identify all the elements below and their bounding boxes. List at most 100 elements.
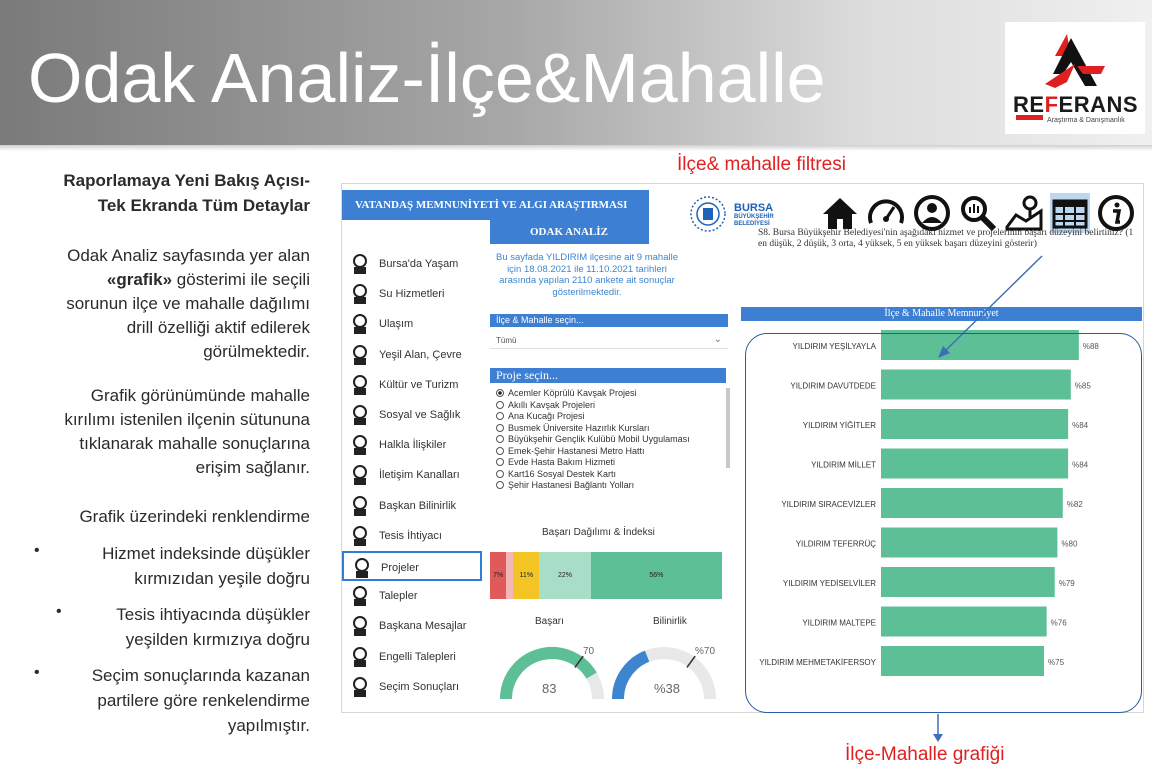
envelope-icon <box>348 614 372 638</box>
menu-label: Talepler <box>379 590 418 603</box>
distribution-segment[interactable]: 22% <box>539 552 591 599</box>
proje-option[interactable]: Busmek Üniversite Hazırlık Kursları <box>496 423 650 433</box>
menu-item-13[interactable]: Engelli Talepleri <box>342 642 482 672</box>
distribution-segment[interactable]: 11% <box>513 552 540 599</box>
menu-item-11[interactable]: Talepler <box>342 581 482 611</box>
menu-label: Bursa'da Yaşam <box>379 258 459 270</box>
proje-filter-label: Proje seçin... <box>490 368 726 383</box>
magnifier-icon[interactable] <box>958 193 998 233</box>
menu-item-9[interactable]: Tesis İhtiyacı <box>342 521 482 551</box>
proje-option[interactable]: Evde Hasta Bakım Hizmeti <box>496 457 615 467</box>
map-pin-icon[interactable] <box>1004 193 1044 233</box>
ilce-filter-underline <box>490 348 728 349</box>
radio-icon[interactable] <box>496 412 504 420</box>
menu-label: Seçim Sonuçları <box>379 680 460 693</box>
radio-icon[interactable] <box>496 435 504 443</box>
para1-line-1: Odak Analiz sayfasında yer alan <box>67 246 310 265</box>
podium-icon <box>348 494 372 518</box>
signpost-icon <box>348 584 372 608</box>
info-text: Bu sayfada YILDIRIM ilçesine ait 9 mahal… <box>496 252 678 298</box>
ilce-filter-value[interactable]: Tümü <box>496 336 516 345</box>
distribution-segment[interactable]: 56% <box>590 552 722 599</box>
proje-option-label: Acemler Köprülü Kavşak Projesi <box>508 388 637 398</box>
radio-icon[interactable] <box>496 423 504 432</box>
dashboard-title: VATANDAŞ MEMNUNİYETİ VE ALGI ARAŞTIRMASI <box>342 190 649 220</box>
chart-highlight-oval <box>745 333 1142 713</box>
radio-icon[interactable] <box>496 389 504 397</box>
user-target-icon[interactable] <box>912 193 952 233</box>
logo-underline <box>1016 115 1043 120</box>
radio-icon[interactable] <box>496 481 504 489</box>
proje-option[interactable]: Kart16 Sosyal Destek Kartı <box>496 469 616 479</box>
bursa-name: BURSA <box>734 202 774 214</box>
bullet-dot-3: • <box>34 664 40 681</box>
para1-line-4: drill özelliği aktif edilerek <box>126 318 310 337</box>
para2-line-3: tıklanarak mahalle sonuçlarına <box>79 434 310 453</box>
ilce-mahalle-filter[interactable]: İlçe & Mahalle seçin... Tümü ⌄ <box>490 314 728 354</box>
radio-icon[interactable] <box>496 469 504 478</box>
header-shadow <box>0 145 1152 151</box>
bursa-text: BURSA BÜYÜKŞEHİR BELEDİYESİ <box>734 203 774 228</box>
cube-icon <box>348 675 372 699</box>
bullet3-line-3: yapılmıştır. <box>227 716 310 735</box>
proje-option-label: Akıllı Kavşak Projeleri <box>508 399 596 410</box>
menu-item-5[interactable]: Sosyal ve Sağlık <box>342 400 482 430</box>
proje-option-label: Evde Hasta Bakım Hizmeti <box>508 457 616 467</box>
proje-option[interactable]: Ana Kucağı Projesi <box>496 411 585 421</box>
megaphone-icon <box>348 463 372 487</box>
tree-icon <box>348 252 372 276</box>
chevron-down-icon[interactable]: ⌄ <box>714 334 722 345</box>
radio-icon[interactable] <box>496 446 504 455</box>
tap-icon <box>348 282 372 306</box>
proje-option[interactable]: Akıllı Kavşak Projeleri <box>496 400 595 410</box>
menu-item-14[interactable]: Seçim Sonuçları <box>342 672 482 702</box>
para2-line-1: Grafik görünümünde mahalle <box>90 386 310 405</box>
table-icon[interactable] <box>1050 193 1090 233</box>
bullet2-line-2: yeşilden kırmızıya doğru <box>125 630 310 649</box>
menu-item-12[interactable]: Başkana Mesajlar <box>342 611 482 641</box>
gauge-fill <box>612 650 650 700</box>
bursa-emblem-icon <box>690 196 726 232</box>
menu-item-0[interactable]: Bursa'da Yaşam <box>342 249 482 279</box>
menu-item-10[interactable]: Projeler <box>342 551 482 581</box>
wheelchair-icon <box>348 645 372 669</box>
menu-label: Başkan Bilinirlik <box>379 499 457 512</box>
chart-arrow <box>933 714 943 742</box>
proje-option[interactable]: Büyükşehir Gençlik Kulübü Mobil Uygulama… <box>496 434 690 444</box>
radio-icon[interactable] <box>496 400 504 409</box>
logo-word-pre: RE <box>1013 92 1045 117</box>
bullet3-line-1: Seçim sonuçlarında kazanan <box>91 666 310 685</box>
proje-scrollbar[interactable] <box>726 388 730 468</box>
distribution-segment[interactable]: 7% <box>490 552 507 599</box>
menu-item-1[interactable]: Su Hizmetleri <box>342 279 482 309</box>
proje-option-label: Ana Kucağı Projesi <box>508 411 585 421</box>
proje-option[interactable]: Emek-Şehir Hastanesi Metro Hattı <box>496 446 645 456</box>
menu-label: Başkana Mesajlar <box>379 620 467 633</box>
menu-label: Su Hizmetleri <box>379 288 445 301</box>
menu-label: İletişim Kanalları <box>379 469 460 482</box>
bullet3-line-2: partilere göre renkelendirme <box>97 691 310 710</box>
menu-item-8[interactable]: Başkan Bilinirlik <box>342 491 482 521</box>
speedometer-icon[interactable] <box>866 193 906 233</box>
menu-item-2[interactable]: Ulaşım <box>342 309 482 339</box>
proje-option[interactable]: Şehir Hastanesi Bağlantı Yolları <box>496 480 634 490</box>
menu-item-7[interactable]: İletişim Kanalları <box>342 460 482 490</box>
distribution-segment[interactable] <box>506 552 514 599</box>
logo-subtitle: Araştırma & Danışmanlık <box>1047 117 1125 124</box>
radio-icon[interactable] <box>496 458 504 466</box>
bullet1-line-1: Hizmet indeksinde düşükler <box>102 544 310 563</box>
menu-item-6[interactable]: Halkla İlişkiler <box>342 430 482 460</box>
ilce-filter-label: İlçe & Mahalle seçin... <box>490 314 728 327</box>
hands-icon <box>348 403 372 427</box>
bullet-dot-2: • <box>56 603 62 620</box>
info-icon[interactable] <box>1096 193 1136 233</box>
home-icon[interactable] <box>820 193 860 233</box>
menu-item-4[interactable]: Kültür ve Turizm <box>342 370 482 400</box>
bursa-sub2: BELEDİYESİ <box>734 221 770 227</box>
proje-option[interactable]: Acemler Köprülü Kavşak Projesi <box>496 388 637 398</box>
bullet-dot-1: • <box>34 542 40 559</box>
menu-item-3[interactable]: Yeşil Alan, Çevre <box>342 340 482 370</box>
annotation-filter: İlçe& mahalle filtresi <box>677 154 846 175</box>
para1-line-3: sorunun ilçe ve mahalle dağılımı <box>66 294 310 313</box>
proje-option-label: Şehir Hastanesi Bağlantı Yolları <box>508 480 635 490</box>
